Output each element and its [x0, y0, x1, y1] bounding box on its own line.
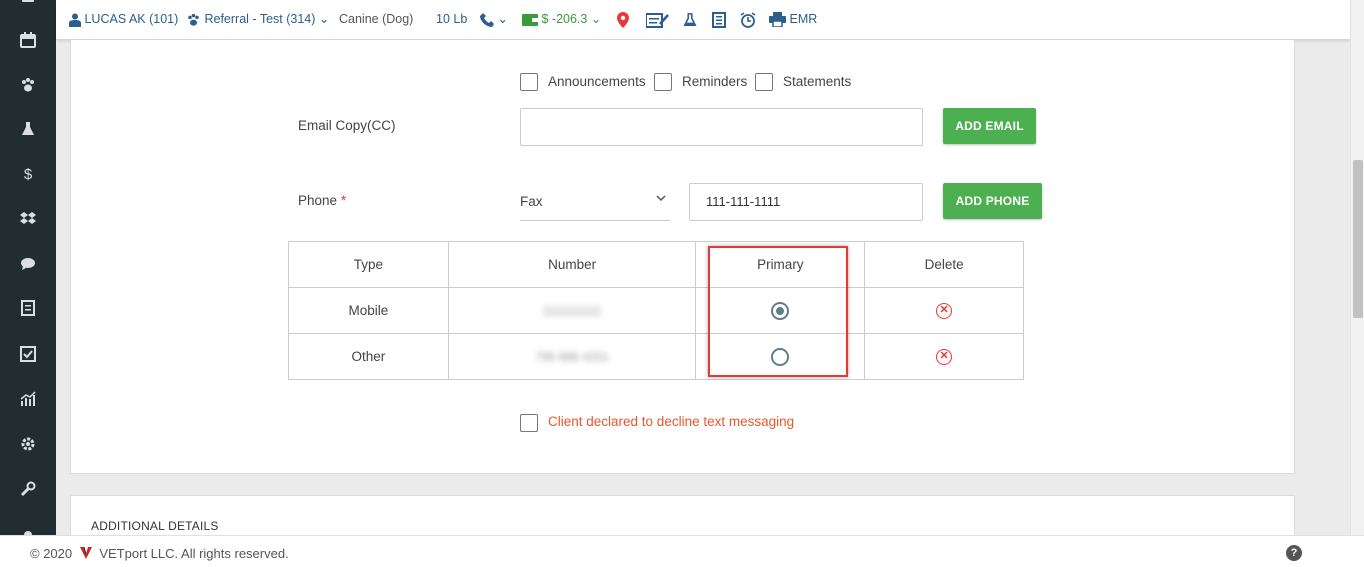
phone-type-cell: Other [288, 333, 449, 380]
blurred-number: 1111111111 [542, 304, 602, 318]
patient-dropdown[interactable]: Referral - Test (314) ⌄ [186, 11, 329, 27]
balance-value: $ -206.3 [541, 12, 588, 26]
species-text: Canine (Dog) [339, 12, 414, 26]
header-delete: Delete [864, 241, 1024, 288]
client-link[interactable]: LUCAS AK (101) [69, 11, 178, 27]
announcements-checkbox[interactable] [520, 73, 538, 91]
scrollbar-thumb[interactable] [1353, 160, 1363, 318]
flask-icon[interactable] [18, 121, 38, 141]
paw-icon[interactable] [18, 77, 38, 97]
records-icon[interactable] [712, 11, 726, 28]
wallet-icon [522, 13, 538, 26]
email-copy-input[interactable] [520, 108, 923, 146]
required-mark: * [340, 193, 347, 208]
statements-checkbox[interactable] [755, 73, 773, 91]
add-phone-button[interactable]: ADD PHONE [943, 183, 1042, 219]
primary-cell [695, 287, 866, 334]
table-row: Mobile 1111111111 ✕ [288, 287, 1024, 334]
announcements-label: Announcements [548, 74, 646, 89]
chevron-down-icon: ⌄ [590, 12, 602, 26]
delete-icon[interactable]: ✕ [936, 348, 953, 365]
email-copy-label: Email Copy(CC) [298, 118, 396, 133]
chart-icon[interactable] [18, 391, 38, 411]
lab-flask-icon[interactable] [683, 11, 697, 28]
menu-top-icon[interactable] [18, 0, 38, 12]
header-primary: Primary [695, 241, 866, 288]
footer: © 2020 VETport LLC. All rights reserved.… [0, 535, 1364, 567]
additional-details-title: ADDITIONAL DETAILS [91, 519, 219, 533]
delete-cell: ✕ [864, 333, 1024, 380]
delete-cell: ✕ [864, 287, 1024, 334]
page-scrollbar[interactable] [1350, 0, 1364, 535]
dollar-icon[interactable]: $ [18, 165, 38, 185]
phone-number-cell: 1111111111 [447, 287, 697, 334]
phone-label: Phone * [298, 193, 346, 208]
checkbox-icon[interactable] [18, 346, 38, 366]
phone-number-input[interactable]: 111-111-1111 [689, 183, 923, 221]
phone-label-text: Phone [298, 193, 338, 208]
footer-copyright: © 2020 VETport LLC. All rights reserved. [30, 546, 289, 561]
patient-header-bar: LUCAS AK (101) Referral - Test (314) ⌄ C… [56, 0, 1350, 40]
help-icon[interactable]: ? [1286, 545, 1302, 561]
reminders-checkbox[interactable] [654, 73, 672, 91]
copyright-year: © 2020 [30, 546, 73, 561]
chevron-down-icon: ⌄ [318, 12, 330, 26]
table-row: Other 795 888 4251 ✕ [288, 333, 1024, 380]
weight-text: 10 Lb [436, 12, 468, 26]
patient-name: Referral - Test (314) [204, 12, 316, 26]
sidebar: $ [0, 0, 56, 539]
chat-icon[interactable] [18, 256, 38, 276]
dropbox-icon[interactable] [18, 211, 38, 231]
emr-print-button[interactable]: EMR [769, 11, 818, 28]
user-icon [69, 13, 81, 27]
alarm-clock-icon[interactable] [740, 11, 756, 28]
wrench-icon[interactable] [18, 481, 38, 501]
client-name: LUCAS AK (101) [84, 12, 179, 26]
vetport-logo-icon [79, 547, 92, 559]
receipt-icon[interactable] [18, 300, 38, 320]
table-header-row: Type Number Primary Delete [288, 241, 1024, 288]
blurred-number: 795 888 4251 [535, 350, 609, 364]
reminders-label: Reminders [682, 74, 748, 89]
primary-cell [695, 333, 866, 380]
balance-dropdown[interactable]: $ -206.3 ⌄ [522, 11, 601, 27]
delete-icon[interactable]: ✕ [936, 302, 953, 319]
primary-radio[interactable] [771, 347, 790, 366]
header-type: Type [288, 241, 449, 288]
phone-type-cell: Mobile [288, 287, 449, 334]
calendar-icon[interactable] [18, 32, 38, 52]
statements-label: Statements [783, 74, 852, 89]
gear-icon[interactable] [18, 436, 38, 456]
primary-radio-selected[interactable] [771, 301, 790, 320]
company-name: VETport LLC. All rights reserved. [99, 546, 289, 561]
phone-number-cell: 795 888 4251 [447, 333, 697, 380]
chevron-down-icon: ⌄ [497, 12, 508, 26]
phone-dropdown[interactable]: ⌄ [480, 11, 508, 27]
chevron-down-icon [656, 193, 666, 205]
paw-icon [188, 13, 199, 26]
phone-icon [480, 12, 494, 27]
decline-text-checkbox[interactable] [520, 414, 538, 432]
printer-icon [769, 12, 786, 28]
location-icon[interactable] [617, 11, 629, 28]
decline-text-label: Client declared to decline text messagin… [548, 414, 795, 429]
phone-type-value: Fax [520, 194, 543, 209]
header-number: Number [447, 241, 697, 288]
phone-type-select[interactable]: Fax [520, 183, 670, 221]
add-email-button[interactable]: ADD EMAIL [943, 108, 1036, 144]
phone-table: Type Number Primary Delete Mobile 111111… [288, 241, 1024, 380]
emr-label: EMR [789, 12, 818, 26]
prescription-icon[interactable] [646, 11, 670, 28]
